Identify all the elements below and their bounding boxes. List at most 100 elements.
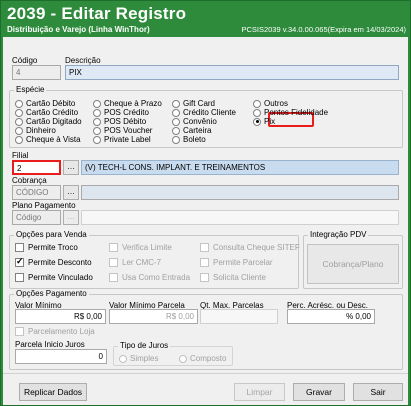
footer-divider (3, 373, 408, 374)
juros-composto-radio[interactable]: Composto (179, 354, 226, 363)
edit-record-window: 2039 - Editar Registro Distribuição e Va… (0, 0, 411, 406)
radio-dot (93, 117, 101, 126)
especie-radio-pontos-fidelidade[interactable]: Pontos Fidelidade (253, 108, 328, 117)
checkbox-label-permite-troco: Permite Troco (28, 243, 78, 252)
plano-search-button[interactable]: … (63, 210, 79, 225)
especie-radio-dinheiro[interactable]: Dinheiro (15, 126, 56, 135)
version-label: PCSIS2039 v.34.0.00.065(Expira em 14/03/… (241, 25, 406, 34)
parcela-inicio-label: Parcela Inicio Juros (15, 340, 85, 349)
radio-dot (93, 99, 101, 108)
especie-radio-cheque-a-vista[interactable]: Cheque à Vista (15, 135, 81, 144)
especie-radio-cheque-a-prazo[interactable]: Cheque à Prazo (93, 99, 162, 108)
checkbox-label-permite-vinculado: Permite Vinculado (28, 273, 93, 282)
especie-label-cartao-credito: Cartão Crédito (26, 108, 79, 117)
especie-radio-pos-voucher[interactable]: POS Voucher (93, 126, 152, 135)
checkbox-permite-desconto[interactable]: Permite Desconto (15, 256, 92, 267)
checkbox-box (109, 258, 118, 267)
especie-radio-convenio[interactable]: Convênio (172, 117, 217, 126)
juros-composto-label: Composto (190, 354, 227, 363)
plano-code-field[interactable]: Código (12, 210, 61, 225)
filial-code-field[interactable]: 2 (12, 160, 61, 175)
integracao-pdv-title: Integração PDV (308, 230, 369, 239)
cobranca-search-button[interactable]: … (63, 185, 79, 200)
checkbox-label-solicita-cliente: Solicita Cliente (213, 273, 266, 282)
checkbox-label-permite-desconto: Permite Desconto (28, 258, 92, 267)
juros-simples-dot (119, 354, 127, 363)
especie-label-pos-credito: POS Crédito (104, 108, 149, 117)
especie-label-pix: Pix (264, 117, 276, 126)
especie-label-cartao-debito: Cartão Débito (26, 99, 76, 108)
checkbox-label-permite-parcelar: Permite Parcelar (213, 258, 273, 267)
checkbox-ler-cmc-7[interactable]: Ler CMC-7 (109, 258, 161, 267)
juros-simples-label: Simples (130, 354, 159, 363)
parcelamento-loja-checkbox[interactable]: Parcelamento Loja (15, 327, 95, 336)
tipo-juros-title: Tipo de Juros (118, 341, 171, 350)
radio-dot (93, 126, 101, 135)
opcoes-pagamento-title: Opções Pagamento (14, 289, 89, 298)
valor-minimo-parcela-field[interactable]: R$ 0,00 (109, 309, 198, 324)
checkbox-box (15, 256, 24, 267)
especie-radio-pix[interactable]: Pix (253, 117, 275, 126)
especie-radio-cartao-debito[interactable]: Cartão Débito (15, 99, 75, 108)
especie-radio-pos-debito[interactable]: POS Débito (93, 117, 146, 126)
checkbox-box (200, 243, 209, 252)
radio-dot (15, 108, 23, 117)
checkbox-label-consulta-cheque-sitef: Consulta Cheque SITEF (213, 243, 300, 252)
radio-dot (253, 108, 261, 117)
gravar-button[interactable]: Gravar (293, 383, 345, 401)
especie-label-convenio: Convênio (183, 117, 217, 126)
especie-radio-private-label[interactable]: Private Label (93, 135, 151, 144)
checkbox-label-usa-como-entrada: Usa Como Entrada (122, 273, 191, 282)
radio-dot (253, 117, 261, 126)
radio-dot (15, 135, 23, 144)
cobranca-code-field[interactable]: CÓDIGO (12, 185, 61, 200)
qt-max-parcelas-field[interactable] (200, 309, 278, 324)
valor-minimo-field[interactable]: R$ 0,00 (15, 309, 106, 324)
form-content: Código 4 Descrição PIX Espécie Filial 2 … (3, 37, 408, 405)
checkbox-box (15, 243, 24, 252)
especie-radio-boleto[interactable]: Boleto (172, 135, 206, 144)
replicar-dados-button[interactable]: Replicar Dados (19, 383, 87, 401)
especie-radio-pos-credito[interactable]: POS Crédito (93, 108, 149, 117)
especie-radio-carteira[interactable]: Carteira (172, 126, 211, 135)
especie-radio-credito-cliente[interactable]: Crédito Cliente (172, 108, 236, 117)
especie-radio-gift-card[interactable]: Gift Card (172, 99, 215, 108)
especie-radio-cartao-digitado[interactable]: Cartão Digitado (15, 117, 82, 126)
cobranca-plano-button[interactable]: Cobrança/Plano (307, 244, 399, 284)
especie-label-carteira: Carteira (183, 126, 212, 135)
radio-dot (93, 108, 101, 117)
checkbox-usa-como-entrada[interactable]: Usa Como Entrada (109, 273, 190, 282)
especie-radio-outros[interactable]: Outros (253, 99, 288, 108)
filial-search-button[interactable]: … (63, 160, 79, 175)
descricao-label: Descrição (65, 56, 101, 65)
sair-button[interactable]: Sair (353, 383, 403, 401)
limpar-button[interactable]: Limpar (234, 383, 285, 401)
parcelamento-loja-label: Parcelamento Loja (28, 327, 95, 336)
radio-dot (15, 126, 23, 135)
especie-label-pos-debito: POS Débito (104, 117, 147, 126)
codigo-field[interactable]: 4 (12, 65, 61, 80)
checkbox-box (109, 273, 118, 282)
especie-label-gift-card: Gift Card (183, 99, 216, 108)
checkbox-consulta-cheque-sitef[interactable]: Consulta Cheque SITEF (200, 243, 300, 252)
checkbox-verifica-limite[interactable]: Verifica Limite (109, 243, 172, 252)
especie-label-dinheiro: Dinheiro (26, 126, 56, 135)
juros-simples-radio[interactable]: Simples (119, 354, 158, 363)
especie-title: Espécie (14, 85, 47, 94)
checkbox-permite-troco[interactable]: Permite Troco (15, 243, 78, 252)
checkbox-permite-vinculado[interactable]: Permite Vinculado (15, 273, 93, 282)
filial-label: Filial (12, 151, 29, 160)
parcela-inicio-field[interactable]: 0 (15, 349, 107, 364)
radio-dot (93, 135, 101, 144)
radio-dot (253, 99, 261, 108)
radio-dot (172, 108, 180, 117)
radio-dot (172, 135, 180, 144)
especie-label-boleto: Boleto (183, 135, 206, 144)
perc-acresc-field[interactable]: % 0,00 (287, 309, 375, 324)
checkbox-solicita-cliente[interactable]: Solicita Cliente (200, 273, 266, 282)
descricao-field[interactable]: PIX (65, 65, 399, 80)
especie-label-cheque-a-vista: Cheque à Vista (26, 135, 81, 144)
especie-label-outros: Outros (264, 99, 289, 108)
especie-radio-cartao-credito[interactable]: Cartão Crédito (15, 108, 78, 117)
checkbox-permite-parcelar[interactable]: Permite Parcelar (200, 258, 273, 267)
